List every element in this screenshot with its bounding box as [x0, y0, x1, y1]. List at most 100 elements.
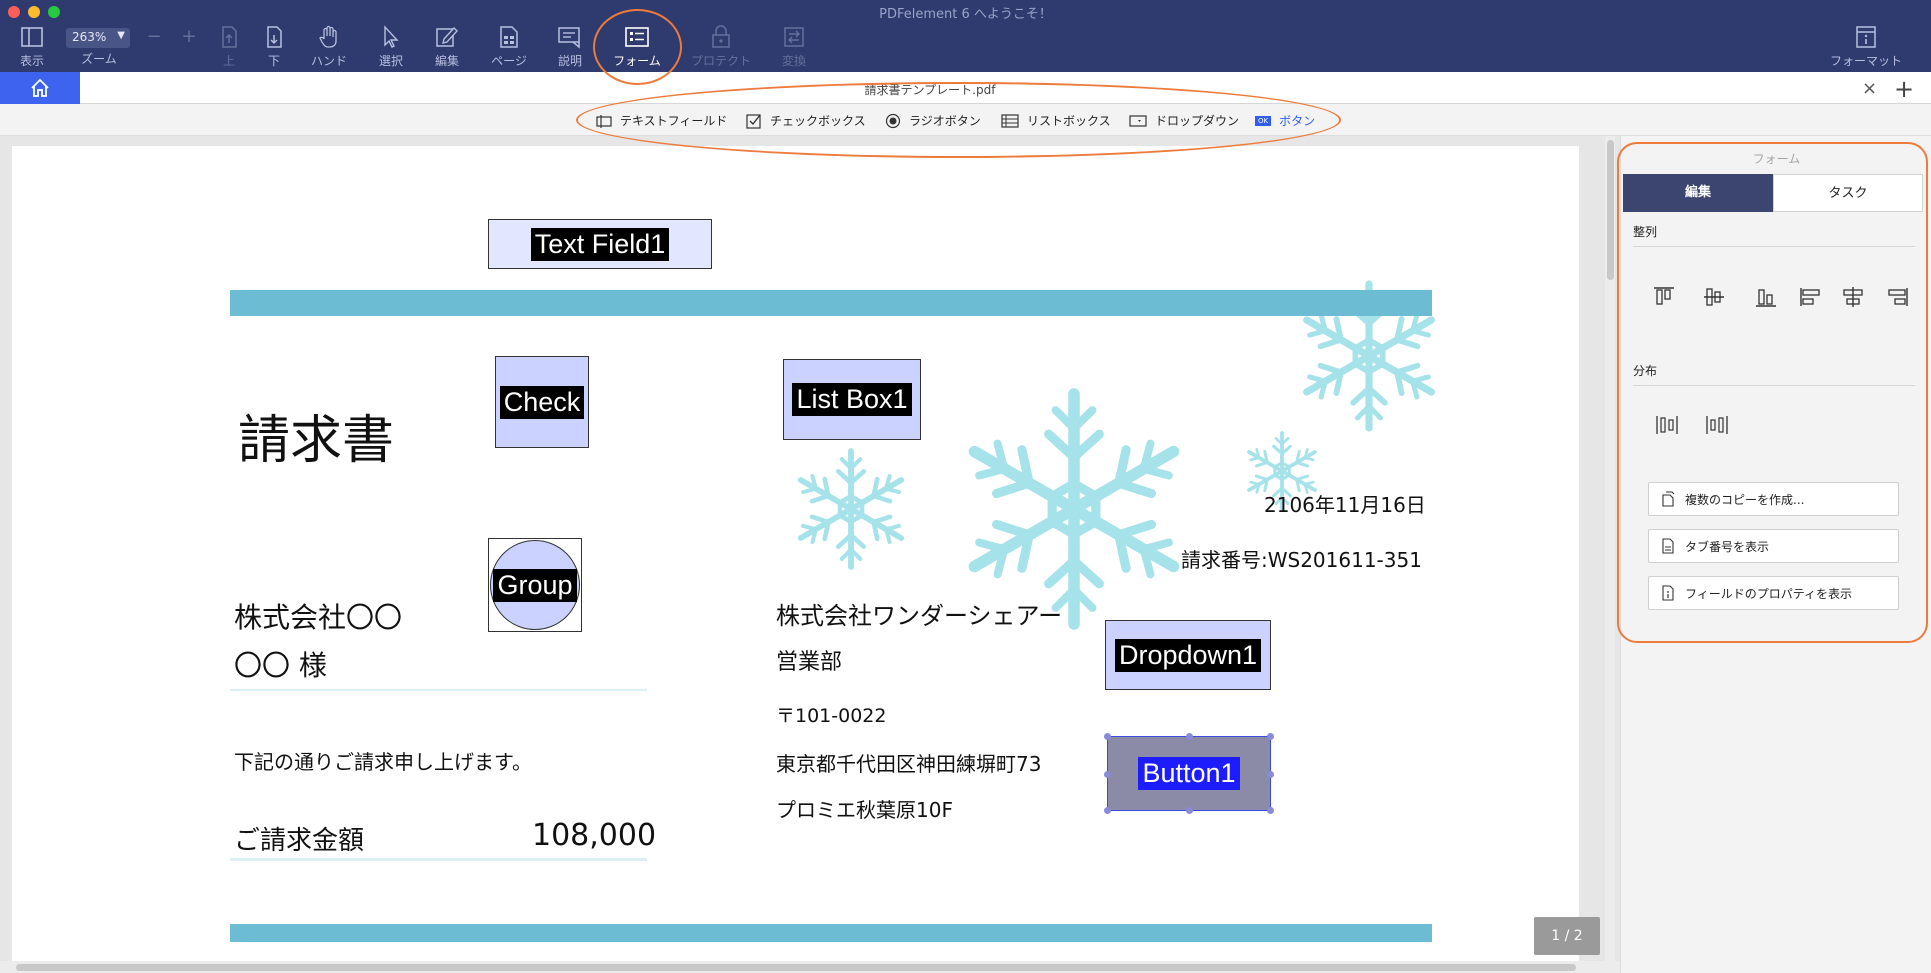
- comment-label: 説明: [557, 54, 582, 68]
- create-copies-label: 複数のコピーを作成...: [1685, 492, 1805, 507]
- divider: [1633, 385, 1915, 386]
- align-bottom-button[interactable]: [1752, 283, 1780, 311]
- field-properties-button[interactable]: フィールドのプロパティを表示: [1648, 576, 1899, 610]
- horizontal-scrollbar[interactable]: [0, 961, 1620, 973]
- dropdown-1[interactable]: Dropdown1: [1105, 620, 1271, 690]
- text-field-1[interactable]: Text Field1: [488, 219, 712, 269]
- header-band: [230, 290, 1432, 316]
- app-title: PDFelement 6 へようこそ！: [879, 7, 1052, 22]
- view-button[interactable]: 表示: [14, 24, 50, 68]
- align-section-title: 整列: [1633, 225, 1658, 239]
- sender-company: 株式会社ワンダーシェアー: [776, 602, 1063, 630]
- page-up-label: 上: [222, 54, 235, 68]
- format-icon: [1828, 24, 1904, 50]
- format-label: フォーマット: [1829, 54, 1902, 68]
- edit-tool-button[interactable]: 編集: [429, 24, 465, 68]
- building: プロミエ秋葉原10F: [776, 798, 953, 822]
- dropdown-tool[interactable]: ドロップダウン: [1129, 112, 1239, 129]
- align-vertical-center-button[interactable]: [1700, 283, 1728, 311]
- checkbox-icon: [746, 113, 762, 129]
- hand-tool-button[interactable]: ハンド: [307, 24, 351, 68]
- comment-tool-button[interactable]: 説明: [552, 24, 588, 68]
- resize-handle[interactable]: [1186, 733, 1193, 740]
- tab-edit[interactable]: 編集: [1623, 174, 1773, 212]
- radio-group[interactable]: Group: [488, 538, 582, 632]
- protect-tool-button[interactable]: プロテクト: [688, 24, 754, 68]
- listbox-tool[interactable]: リストボックス: [1001, 112, 1111, 129]
- align-left-icon: [1800, 288, 1820, 306]
- page-indicator[interactable]: 1 / 2: [1534, 917, 1600, 955]
- postal-code: 〒101-0022: [776, 705, 887, 727]
- show-tab-order-button[interactable]: タブ番号を表示: [1648, 529, 1899, 563]
- resize-handle[interactable]: [1104, 771, 1111, 778]
- footer-band: [230, 924, 1432, 942]
- distribute-vertical-button[interactable]: [1703, 411, 1731, 439]
- comment-icon: [552, 24, 588, 50]
- align-bottom-icon: [1756, 289, 1776, 307]
- page-up-button[interactable]: 上: [214, 24, 244, 68]
- resize-handle[interactable]: [1267, 807, 1274, 814]
- align-horizontal-center-icon: [1843, 287, 1863, 307]
- align-vertical-center-icon: [1704, 288, 1724, 306]
- align-right-button[interactable]: [1883, 283, 1911, 311]
- document-tab-title[interactable]: 請求書テンプレート.pdf: [80, 81, 1780, 98]
- edit-icon: [429, 24, 465, 50]
- document-tab-bar: 請求書テンプレート.pdf × +: [0, 72, 1931, 104]
- new-tab-button[interactable]: +: [1894, 75, 1914, 103]
- scroll-thumb[interactable]: [16, 964, 1576, 971]
- close-tab-button[interactable]: ×: [1862, 78, 1877, 99]
- create-copies-button[interactable]: 複数のコピーを作成...: [1648, 482, 1899, 516]
- page-down-icon: [259, 24, 289, 50]
- select-tool-button[interactable]: 選択: [373, 24, 409, 68]
- text-field-icon: [596, 114, 612, 128]
- main-toolbar: PDFelement 6 へようこそ！ 表示 263% ▼ ズーム − + 上 …: [0, 0, 1931, 72]
- address: 東京都千代田区神田練塀町73: [776, 752, 1042, 776]
- view-label: 表示: [19, 54, 44, 68]
- cursor-icon: [373, 24, 409, 50]
- format-panel-button[interactable]: フォーマット: [1828, 24, 1904, 68]
- convert-label: 変換: [781, 54, 806, 68]
- distribute-horizontal-button[interactable]: [1653, 411, 1681, 439]
- form-tool-button[interactable]: フォーム: [609, 24, 665, 68]
- checkbox-field[interactable]: Check: [495, 356, 589, 448]
- radio-tool[interactable]: ラジオボタン: [885, 112, 981, 129]
- edit-label: 編集: [434, 54, 459, 68]
- list-box-1[interactable]: List Box1: [783, 359, 921, 440]
- page-down-button[interactable]: 下: [259, 24, 289, 68]
- field-properties-label: フィールドのプロパティを表示: [1685, 586, 1853, 601]
- page-down-label: 下: [267, 54, 280, 68]
- tab-task[interactable]: タスク: [1773, 174, 1923, 212]
- align-top-icon: [1654, 287, 1674, 305]
- align-top-button[interactable]: [1650, 283, 1678, 311]
- resize-handle[interactable]: [1267, 771, 1274, 778]
- page-up-icon: [214, 24, 244, 50]
- button-1[interactable]: Button1: [1104, 733, 1274, 814]
- vertical-scrollbar[interactable]: [1605, 136, 1615, 961]
- zoom-out-button[interactable]: −: [146, 26, 162, 70]
- zoom-value: 263%: [72, 30, 107, 44]
- button-tool[interactable]: OK ボタン: [1255, 112, 1315, 129]
- radio-label: ラジオボタン: [909, 114, 981, 128]
- convert-icon: [776, 24, 812, 50]
- document-area: 請求書 株式会社〇〇 〇〇 様 下記の通りご請求申し上げます。 ご請求金額 10…: [0, 136, 1620, 971]
- align-horizontal-center-button[interactable]: [1839, 283, 1867, 311]
- resize-handle[interactable]: [1186, 807, 1193, 814]
- zoom-in-button[interactable]: +: [181, 26, 197, 70]
- convert-tool-button[interactable]: 変換: [776, 24, 812, 68]
- radio-icon: [885, 113, 901, 129]
- resize-handle[interactable]: [1104, 733, 1111, 740]
- text-field-label: テキストフィールド: [620, 114, 728, 128]
- zoom-select[interactable]: 263% ▼: [66, 28, 130, 48]
- resize-handle[interactable]: [1104, 807, 1111, 814]
- scroll-thumb[interactable]: [1607, 140, 1614, 280]
- home-tab[interactable]: [0, 72, 80, 104]
- align-right-icon: [1888, 288, 1908, 306]
- align-left-button[interactable]: [1797, 283, 1825, 311]
- page-tool-button[interactable]: ページ: [487, 24, 531, 68]
- distribute-section-title: 分布: [1633, 364, 1658, 378]
- distribute-vertical-icon: [1706, 416, 1728, 434]
- lock-icon: [688, 24, 754, 50]
- text-field-tool[interactable]: テキストフィールド: [596, 112, 727, 129]
- resize-handle[interactable]: [1267, 733, 1274, 740]
- checkbox-tool[interactable]: チェックボックス: [746, 112, 866, 129]
